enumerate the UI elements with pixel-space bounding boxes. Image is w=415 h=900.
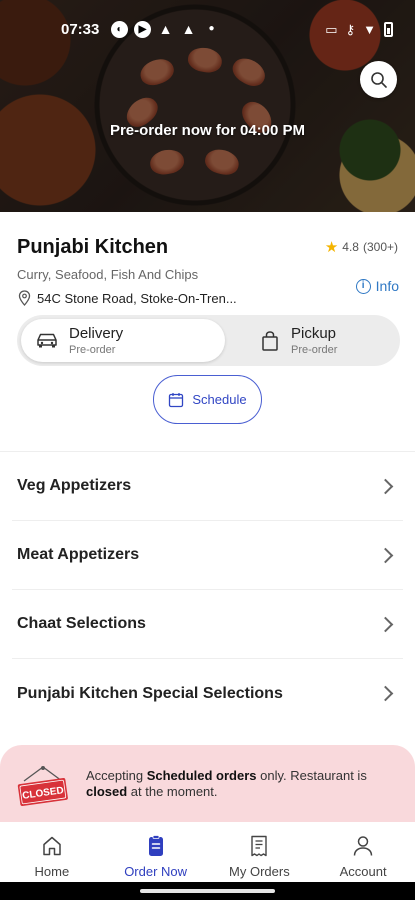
order-mode-toggle: Delivery Pre-order Pickup Pre-order (17, 315, 400, 366)
chevron-right-icon (377, 478, 394, 494)
nav-home-label: Home (34, 864, 70, 879)
android-icon: ▲ (181, 21, 196, 37)
pickup-title: Pickup (291, 325, 337, 342)
key-icon: ⚷ (345, 21, 356, 37)
bottom-navigation: Home Order Now My Orders Account (0, 822, 415, 882)
car-icon (37, 333, 57, 348)
calendar-icon (169, 392, 184, 407)
menu-category-item[interactable]: Meat Appetizers (12, 521, 403, 590)
closed-message-emphasis: Scheduled orders (146, 768, 257, 783)
star-icon: ★ (324, 239, 339, 256)
android-icon: ▲ (158, 21, 173, 37)
restaurant-address: 54C Stone Road, Stoke-On-Tren... (18, 290, 237, 306)
info-label: Info (375, 278, 399, 294)
pickup-option[interactable]: Pickup Pre-order (262, 319, 338, 362)
nav-account-label: Account (339, 864, 387, 879)
rating-value: 4.8 (342, 240, 359, 254)
schedule-label: Schedule (192, 392, 247, 407)
chevron-right-icon (377, 616, 394, 632)
closed-message-part: only. Restaurant is (256, 768, 367, 783)
play-icon: ▶ (134, 21, 151, 38)
system-icons: ▭ ⚷ ▼ (325, 22, 393, 37)
menu-category-item[interactable]: Punjabi Kitchen Special Selections (12, 659, 403, 728)
wifi-icon: ▼ (363, 21, 376, 37)
system-gesture-bar (0, 882, 415, 900)
search-button[interactable] (360, 61, 397, 98)
menu-category-item[interactable]: Chaat Selections (12, 590, 403, 659)
person-icon (353, 836, 373, 856)
home-gesture-handle[interactable] (140, 889, 275, 893)
nav-order-now[interactable]: Order Now (104, 822, 208, 882)
address-text: 54C Stone Road, Stoke-On-Tren... (37, 290, 237, 306)
menu-category-item[interactable]: Veg Appetizers (12, 452, 403, 521)
search-icon (370, 71, 387, 88)
notification-icons: ◐ ▶ ▲ ▲ ● (111, 21, 220, 38)
status-bar: 07:33 ◐ ▶ ▲ ▲ ● ▭ ⚷ ▼ (0, 0, 415, 58)
pickup-subtitle: Pre-order (291, 344, 338, 356)
receipt-icon (251, 835, 268, 857)
battery-icon (384, 22, 393, 37)
cast-icon: ▭ (325, 21, 338, 37)
preorder-banner: Pre-order now for 04:00 PM (109, 122, 306, 139)
menu-category-list: Veg Appetizers Meat Appetizers Chaat Sel… (0, 451, 415, 728)
rating-count: (300+) (362, 240, 398, 254)
circle-half-icon: ◐ (111, 21, 128, 38)
schedule-button[interactable]: Schedule (153, 375, 262, 424)
closed-message-part: at the moment. (127, 784, 218, 799)
closed-message-emphasis: closed (86, 784, 128, 799)
restaurant-name: Punjabi Kitchen (17, 236, 169, 258)
chevron-right-icon (377, 547, 394, 563)
closed-notice: CLOSED Accepting Scheduled orders only. … (0, 745, 415, 822)
closed-sign-icon: CLOSED (17, 766, 68, 806)
menu-category-label: Veg Appetizers (17, 477, 132, 494)
status-time: 07:33 (61, 21, 100, 38)
delivery-option[interactable]: Delivery Pre-order (21, 319, 225, 362)
info-icon: i (355, 278, 371, 294)
nav-my-orders[interactable]: My Orders (208, 822, 312, 882)
home-icon (43, 836, 61, 856)
menu-category-label: Punjabi Kitchen Special Selections (17, 684, 283, 702)
nav-account[interactable]: Account (311, 822, 415, 882)
nav-my-orders-label: My Orders (229, 864, 290, 879)
nav-order-now-label: Order Now (124, 864, 188, 879)
rating: ★ 4.8 (300+) (325, 238, 398, 256)
closed-message: Accepting Scheduled orders only. Restaur… (86, 768, 396, 800)
dot-icon: ● (208, 23, 215, 34)
delivery-subtitle: Pre-order (69, 344, 116, 356)
order-clipboard-icon (148, 835, 163, 856)
cuisine-list: Curry, Seafood, Fish And Chips (17, 267, 199, 282)
closed-message-part: Accepting (86, 768, 147, 783)
menu-category-label: Meat Appetizers (17, 546, 140, 563)
chevron-right-icon (377, 685, 394, 702)
bag-icon (262, 331, 278, 351)
menu-category-label: Chaat Selections (17, 615, 146, 632)
location-pin-icon (18, 290, 31, 306)
hero-image: 07:33 ◐ ▶ ▲ ▲ ● ▭ ⚷ ▼ Pre-order now for … (0, 0, 415, 212)
delivery-title: Delivery (69, 325, 124, 342)
info-link[interactable]: i Info (355, 278, 399, 294)
nav-home[interactable]: Home (0, 822, 104, 882)
